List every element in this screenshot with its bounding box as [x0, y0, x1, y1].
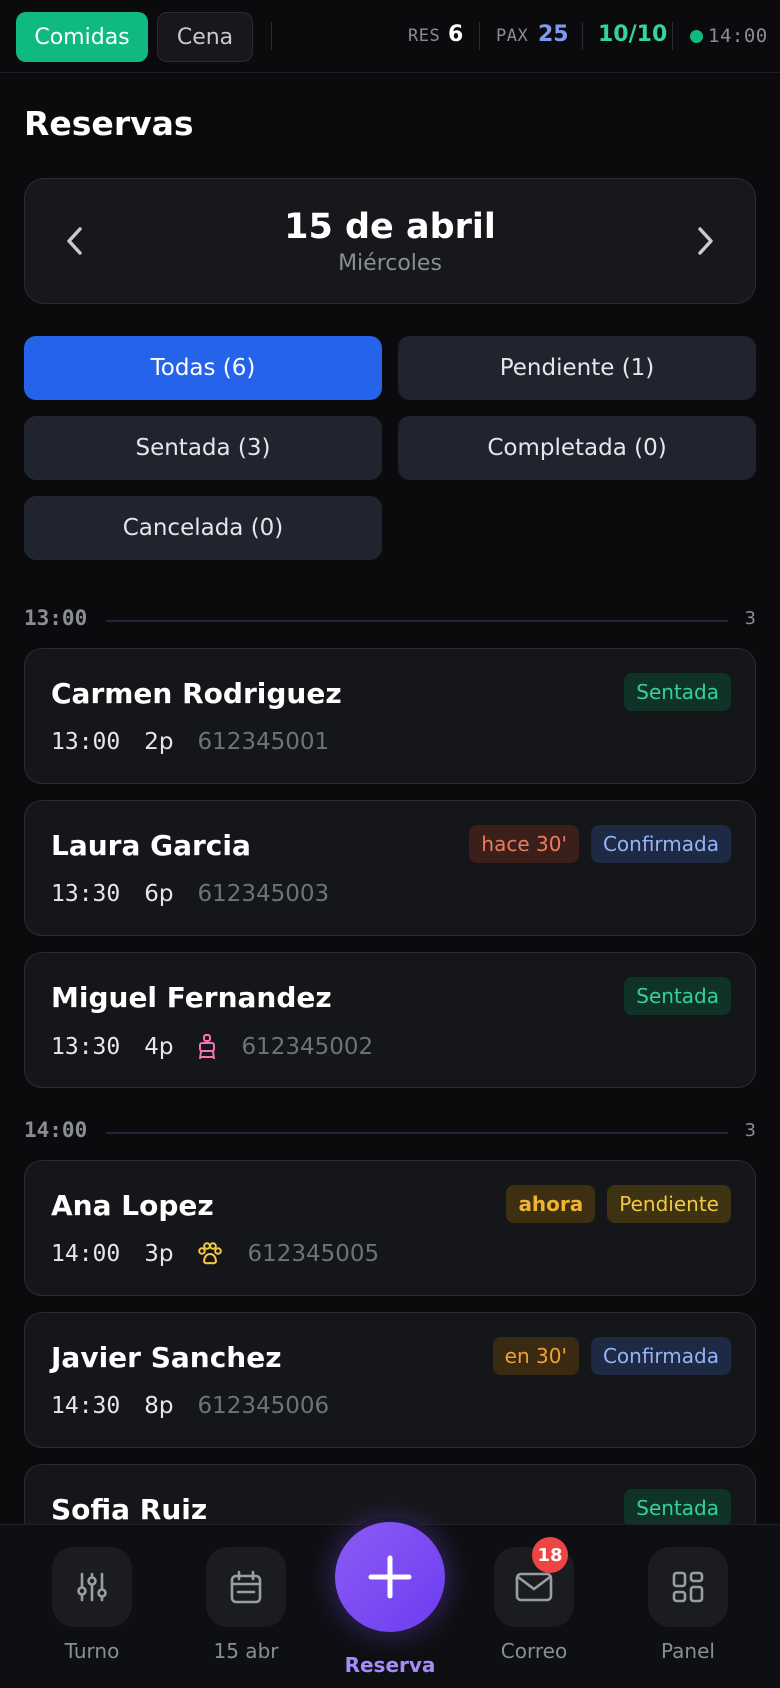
reservation-time: 14:30 [51, 1393, 121, 1419]
plus-icon [335, 1522, 445, 1632]
page-title: Reservas [24, 104, 194, 143]
pax-label: PAX [496, 26, 529, 46]
status-badge: Confirmada [590, 1337, 731, 1375]
selected-weekday: Miércoles [338, 251, 442, 276]
date-navigator: 15 de abril Miércoles [24, 178, 756, 304]
capacity-value: 10/10 [598, 22, 668, 47]
nav-panel[interactable]: Panel [638, 1547, 738, 1663]
phone-number: 612345006 [197, 1393, 330, 1419]
party-size: 2p [144, 729, 174, 755]
res-label: RES [408, 26, 441, 46]
top-bar: Comidas Cena RES 6 PAX 25 10/10 14:00 [0, 0, 780, 73]
baby-chair-icon [197, 1033, 217, 1061]
guest-name: Ana Lopez [51, 1189, 214, 1222]
filter-completada[interactable]: Completada (0) [398, 416, 756, 480]
phone-number: 612345005 [247, 1241, 380, 1267]
filter-todas[interactable]: Todas (6) [24, 336, 382, 400]
guest-name: Sofia Ruiz [51, 1493, 208, 1526]
party-size: 6p [144, 881, 174, 907]
divider [106, 1132, 728, 1134]
mail-icon: 18 [494, 1537, 574, 1627]
guest-name: Carmen Rodriguez [51, 677, 342, 710]
status-badge: Confirmada [590, 825, 731, 863]
pax-count: 25 [538, 22, 569, 47]
nav-label: Turno [64, 1639, 120, 1663]
time-relative-badge: hace 30' [469, 825, 579, 863]
nav-label: Correo [500, 1639, 568, 1663]
party-size: 8p [144, 1393, 174, 1419]
pet-paw-icon [197, 1242, 223, 1266]
group-time: 14:00 [24, 1118, 88, 1142]
nav-label: Panel [661, 1639, 715, 1663]
shift-tab-cena[interactable]: Cena [157, 12, 253, 62]
phone-number: 612345001 [197, 729, 330, 755]
time-relative-badge: en 30' [492, 1337, 579, 1375]
time-group-header: 13:00 3 [24, 606, 756, 636]
nav-label-reserva: Reserva [344, 1653, 436, 1677]
new-reservation-button[interactable] [330, 1517, 450, 1637]
grid-icon [648, 1547, 728, 1627]
nav-turno[interactable]: Turno [42, 1547, 142, 1663]
group-count: 3 [744, 1120, 756, 1141]
calendar-icon [206, 1547, 286, 1627]
nav-label: 15 abr [213, 1639, 279, 1663]
res-count: 6 [448, 22, 464, 47]
phone-number: 612345002 [241, 1034, 374, 1060]
party-size: 4p [144, 1034, 174, 1060]
filter-sentada[interactable]: Sentada (3) [24, 416, 382, 480]
unread-count-badge: 18 [532, 1537, 568, 1573]
reservation-time: 13:00 [51, 729, 121, 755]
divider [582, 22, 583, 50]
chevron-right-icon [698, 227, 713, 255]
status-badge: Sentada [624, 977, 731, 1015]
reservation-time: 14:00 [51, 1241, 121, 1267]
clock: 14:00 [708, 25, 768, 47]
group-count: 3 [744, 608, 756, 629]
reservation-card[interactable]: Javier Sanchez en 30' Confirmada 14:30 8… [24, 1312, 756, 1448]
status-badge: Sentada [624, 673, 731, 711]
group-time: 13:00 [24, 606, 88, 630]
time-relative-badge: ahora [506, 1185, 596, 1223]
live-status-dot [690, 30, 703, 43]
divider [479, 22, 480, 50]
shift-tab-comidas[interactable]: Comidas [16, 12, 148, 62]
divider [271, 22, 272, 50]
reservation-time: 13:30 [51, 881, 121, 907]
guest-name: Miguel Fernandez [51, 981, 332, 1014]
divider [106, 620, 728, 622]
guest-name: Javier Sanchez [51, 1341, 282, 1374]
nav-fecha[interactable]: 15 abr [196, 1547, 296, 1663]
bottom-nav: Turno 15 abr Reserva 18 Correo Panel [0, 1517, 780, 1688]
reservation-time: 13:30 [51, 1034, 121, 1060]
nav-correo[interactable]: 18 Correo [484, 1537, 584, 1663]
phone-number: 612345003 [197, 881, 330, 907]
party-size: 3p [144, 1241, 174, 1267]
divider [672, 22, 673, 50]
status-badge: Pendiente [607, 1185, 731, 1223]
reservation-card[interactable]: Miguel Fernandez Sentada 13:30 4p 612345… [24, 952, 756, 1088]
reservation-card[interactable]: Carmen Rodriguez Sentada 13:00 2p 612345… [24, 648, 756, 784]
filter-pendiente[interactable]: Pendiente (1) [398, 336, 756, 400]
guest-name: Laura Garcia [51, 829, 251, 862]
reservation-card[interactable]: Ana Lopez ahora Pendiente 14:00 3p 61234… [24, 1160, 756, 1296]
selected-date: 15 de abril [284, 207, 496, 247]
filter-cancelada[interactable]: Cancelada (0) [24, 496, 382, 560]
next-day-button[interactable] [681, 217, 729, 265]
reservation-card[interactable]: Laura Garcia hace 30' Confirmada 13:30 6… [24, 800, 756, 936]
sliders-icon [52, 1547, 132, 1627]
status-badge: Sentada [624, 1489, 731, 1527]
time-group-header: 14:00 3 [24, 1118, 756, 1148]
